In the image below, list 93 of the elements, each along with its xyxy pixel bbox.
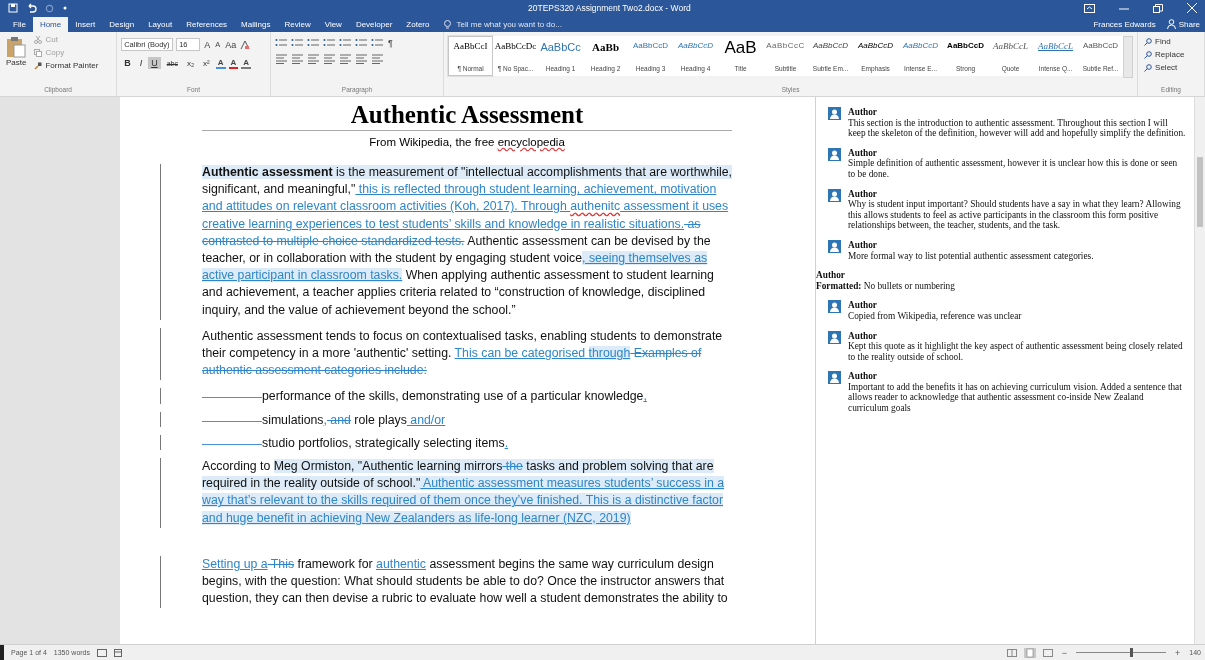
body-paragraph: simulations, and role plays and/or [262, 411, 446, 429]
author-icon [828, 239, 841, 253]
copy-icon [34, 48, 43, 57]
ribbon-tab[interactable]: Developer [348, 17, 400, 32]
restore-icon[interactable] [1153, 3, 1163, 13]
person-icon [1166, 19, 1176, 29]
gallery-scrollbar[interactable] [1123, 36, 1134, 78]
editing-button[interactable]: Select [1142, 62, 1200, 73]
author-icon [828, 107, 841, 120]
close-icon[interactable] [1187, 3, 1197, 13]
comment-text: Formatted: No bullets or numbering [816, 280, 955, 292]
author-icon [828, 371, 841, 385]
comment-author: Author [848, 188, 878, 200]
ribbon-tab[interactable]: References [179, 17, 235, 32]
format-button[interactable]: B [121, 57, 134, 69]
redo-icon[interactable] [45, 3, 54, 13]
author-icon [828, 188, 841, 202]
bullets-icon[interactable] [274, 38, 288, 48]
font-color-button[interactable]: A [228, 57, 239, 69]
document-subtitle: From Wikipedia, the free encyclopedia [368, 136, 566, 148]
search-icon [1144, 50, 1153, 59]
web-layout-icon[interactable] [1042, 648, 1053, 657]
body-paragraph: studio portfolios, strategically selecting items. [262, 434, 509, 452]
author-icon [828, 330, 841, 344]
author-icon [828, 300, 841, 314]
user-name[interactable]: Frances Edwards [1093, 19, 1156, 29]
scissors-icon [34, 35, 43, 44]
zoom-slider-thumb[interactable] [1130, 648, 1134, 657]
macro-icon[interactable] [114, 648, 122, 657]
ribbon-tab[interactable]: Design [102, 17, 142, 32]
ribbon-tab[interactable]: File [6, 17, 33, 32]
tell-me-field[interactable]: Tell me what you want to do... [454, 19, 609, 30]
body-paragraph: Authentic assessment tends to focus on contextualised tasks, enabling students to demonstrate their competency in a more 'authentic' setting. This can be categorised through Examples of authentic assessment categories include: [202, 327, 724, 380]
format-button[interactable]: x₂ [183, 57, 198, 69]
comment-author: Author [848, 107, 878, 118]
comment-text: More formal way to list potential authentic assessment categories. [848, 250, 1094, 262]
paste-button[interactable]: Paste [4, 34, 29, 86]
deleted-bullet-line [202, 420, 262, 422]
save-icon[interactable] [8, 3, 18, 13]
ribbon-tab[interactable]: Insert [68, 17, 103, 32]
body-paragraph: Authentic assessment is the measurement of "intellectual accomplishments that are worthwhile, significant, and meaningful," this is reflected through student learning, achievement, motivation and attitudes on relevant classroom activities (Koh, 2017). Through authenitc assessment it uses creative learning experiences to test students’ skills and knowledge in realistic situations. as contrasted to multiple choice standardized tests. Authentic assessment can be devised by the teacher, or in collaboration with the student by engaging student voice, seeing themselves as active participant in classroom tasks. When applying authentic assessment to student learning and achievement, a teacher applies criteria related to “construction of knowledge, disciplined inquiry, and the value of achievement beyond the school.” [202, 164, 732, 319]
body-paragraph: According to Meg Ormiston, "Authentic learning mirrors the tasks and problem solving that are required in the reality outside of school." Authentic assessment measures students’ success in a way that’s relevant to the skills required of them once they’ve finished. This is a distinctive factor and huge benefit in achieving New Zealanders as life-long learner (NZC, 2019) [202, 458, 726, 527]
format-button[interactable]: I [136, 57, 146, 69]
font-size-tool[interactable]: A [203, 39, 212, 50]
customize-toolbar-icon[interactable] [62, 5, 68, 11]
clear-formatting-icon[interactable] [240, 39, 251, 50]
comment-text: Simple definition of authentic assessment, however it is unclear how this is done or seen to be done. [848, 158, 1179, 180]
comment-text: Copied from Wikipedia, reference was unclear [848, 310, 1022, 322]
show-formatting-button[interactable]: ¶ [386, 38, 394, 48]
font-size-tool[interactable]: Aa [224, 39, 238, 50]
deleted-bullet-line [202, 443, 262, 445]
comment-author: Author [816, 270, 846, 281]
comment-author: Author [848, 239, 878, 251]
ribbon-tab[interactable]: Zotero [399, 17, 437, 32]
ribbon-tab[interactable]: Layout [141, 17, 180, 32]
ribbon-tab[interactable]: Mailings [234, 17, 278, 32]
ribbon-tab[interactable]: Home [32, 17, 69, 32]
lightbulb-icon [444, 19, 452, 30]
vertical-scrollbar[interactable] [1194, 97, 1205, 644]
ribbon-display-icon[interactable] [1084, 3, 1095, 13]
author-icon [828, 147, 841, 161]
proofing-icon[interactable] [97, 648, 107, 657]
paintbrush-icon [34, 61, 43, 70]
font-color-button[interactable]: A [215, 57, 226, 69]
comment-author: Author [848, 371, 878, 382]
clipboard-icon [6, 36, 27, 58]
window-title: 20TEPS320 Assignment Two2.docx - Word [528, 3, 692, 13]
comment-text: Why is student input important? Should students have a say in what they learn? Allowing this allows students to feel as active participants in the classroom this form positive relationships between, the teacher, students, and the task. [848, 199, 1182, 231]
comment-author: Author [848, 147, 877, 159]
format-painter-button[interactable]: Format Painter [32, 60, 101, 71]
search-icon [1144, 37, 1153, 46]
editing-button[interactable]: Find [1142, 36, 1200, 47]
ribbon-tab[interactable]: Review [277, 17, 318, 32]
comment-author: Author [848, 330, 878, 342]
align-left-icon[interactable] [274, 54, 288, 64]
read-mode-icon[interactable] [1006, 648, 1017, 657]
body-paragraph: Setting up a This framework for authentic assessment begins the same way curriculum design begins, with the question: What should students be able to do? Once the instructor answers that question, they can then devise a rubric to evaluate how well a student demonstrates the ability to [202, 555, 729, 608]
body-paragraph: performance of the skills, demonstrating use of a particular knowledge, [262, 388, 647, 406]
comment-author: Author [848, 300, 878, 311]
document-title: Authentic Assessment [202, 101, 732, 131]
zoom-out-button[interactable]: − [1059, 647, 1070, 658]
deleted-bullet-line [202, 397, 262, 399]
zoom-in-button[interactable]: + [1173, 647, 1183, 658]
format-button[interactable]: x² [200, 57, 213, 69]
search-icon [1144, 63, 1153, 72]
editing-button[interactable]: Replace [1142, 49, 1200, 60]
undo-icon[interactable] [26, 3, 37, 13]
format-button[interactable]: U [148, 57, 161, 69]
ribbon-tab[interactable]: View [317, 17, 349, 32]
comment-text: This section is the introduction to authentic assessment. Throughout this section I will keep the skeleton of the definition, however will add and hopefully simplify the definition. [848, 117, 1186, 139]
comment-text: Important to add the benefits it has on achieving curriculum vision. Added a sentence that allows reader to acknowledge that authentic assessment co-inside New Zealand curriculum goals [848, 381, 1183, 414]
font-color-button[interactable]: A [241, 57, 252, 69]
comment-text: Kept this quote as it highlight the key aspect of authentic assessment being closely related to the reality outside of school. [848, 341, 1184, 363]
